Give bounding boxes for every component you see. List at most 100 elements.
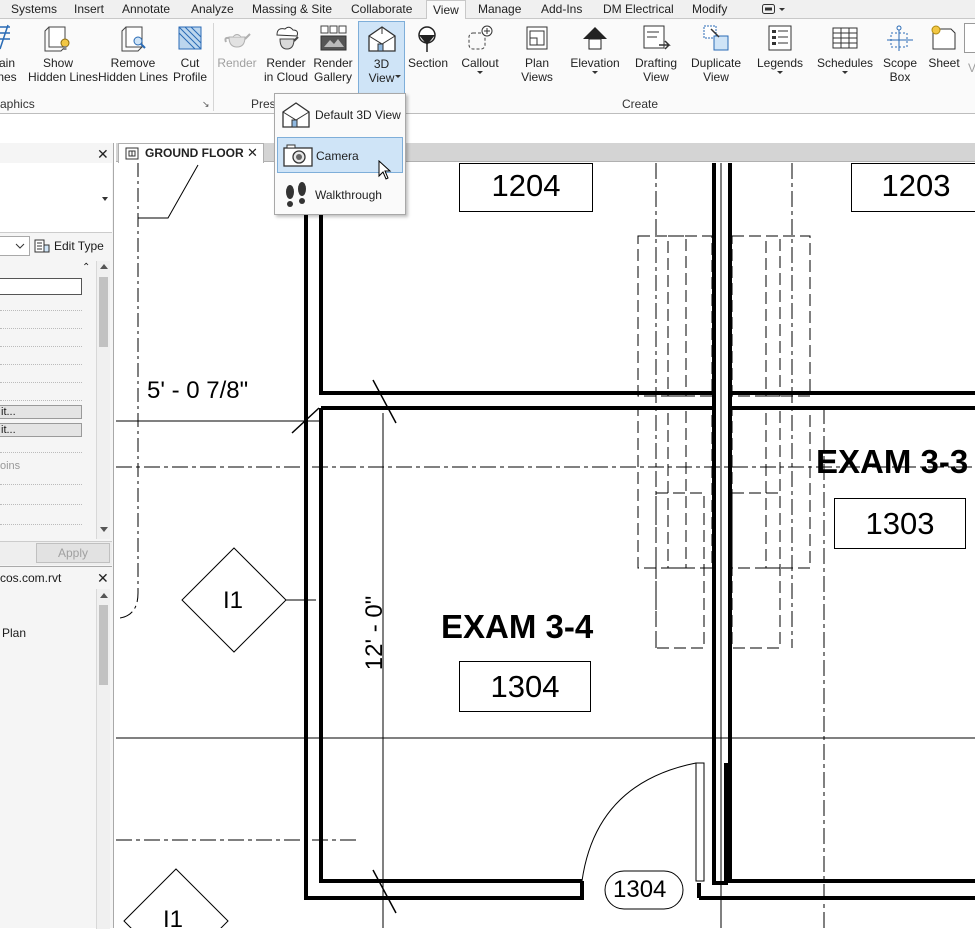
render-in-cloud-button[interactable]: Render in Cloud: [262, 21, 310, 97]
duplicate-view-button[interactable]: Duplicate View: [688, 21, 744, 97]
project-browser-title: cos.com.rvt: [0, 571, 62, 585]
chevron-down-icon: [777, 71, 783, 74]
tab-collaborate[interactable]: Collaborate: [345, 0, 418, 18]
close-icon[interactable]: ✕: [247, 144, 258, 162]
room-number-tag[interactable]: 1303: [834, 498, 966, 549]
schedules-button[interactable]: Schedules: [814, 21, 876, 97]
section-button[interactable]: Section: [406, 21, 450, 97]
close-icon[interactable]: ✕: [97, 571, 109, 585]
cut-profile-button[interactable]: Cut Profile: [170, 21, 210, 97]
3d-view-dropdown: Default 3D View Camera Walkthrough: [274, 93, 406, 215]
sheet-button[interactable]: Sheet: [924, 21, 964, 97]
teapot-icon: [224, 33, 251, 48]
scroll-up-icon[interactable]: [100, 264, 108, 269]
elevation-button[interactable]: Elevation: [566, 21, 624, 97]
3d-view-button[interactable]: 3D View: [358, 21, 405, 97]
browser-scrollbar[interactable]: [96, 589, 110, 929]
remove-hidden-lines-button[interactable]: Remove Hidden Lines: [97, 21, 169, 97]
scope-box-icon: [887, 25, 913, 51]
tab-ground-floor[interactable]: GROUND FLOOR ✕: [118, 143, 264, 163]
legends-icon: [768, 25, 792, 51]
ribbon-overflow-label: V: [968, 61, 975, 75]
tab-view[interactable]: View: [426, 0, 466, 19]
room-number-tag[interactable]: 1203: [851, 163, 975, 212]
tab-analyze[interactable]: Analyze: [185, 0, 240, 18]
apply-button[interactable]: Apply: [36, 543, 110, 563]
room-name-tag[interactable]: EXAM 3-4: [441, 608, 593, 646]
plan-views-button[interactable]: Plan Views: [514, 21, 560, 97]
elevation-tag[interactable]: I1: [223, 587, 243, 615]
room-number-tag[interactable]: 1304: [459, 661, 591, 712]
elevation-icon: [583, 27, 607, 50]
door-tag[interactable]: 1304: [613, 876, 666, 904]
dropdown-item-default-3d-view[interactable]: Default 3D View: [277, 97, 403, 133]
panel-label-graphics: aphics: [0, 97, 35, 111]
tab-massing-site[interactable]: Massing & Site: [246, 0, 338, 18]
project-browser: cos.com.rvt ✕ Plan: [0, 566, 112, 929]
show-hidden-lines-button[interactable]: Show Hidden Lines: [28, 21, 98, 97]
drafting-view-button[interactable]: Drafting View: [630, 21, 682, 97]
sheet-icon: [931, 25, 956, 50]
drafting-view-icon: [643, 25, 671, 50]
dropdown-item-walkthrough[interactable]: Walkthrough: [277, 177, 403, 213]
title-block-icon[interactable]: [964, 23, 975, 53]
chevron-down-icon: [592, 71, 598, 74]
drawing-canvas[interactable]: 1204 1203 1303 1304 EXAM 3-3 EXAM 3-4 5'…: [116, 163, 975, 933]
menu-bar: Systems Insert Annotate Analyze Massing …: [0, 0, 975, 19]
render-button[interactable]: Render: [216, 21, 258, 97]
properties-edit-button-1[interactable]: it...: [0, 405, 82, 419]
properties-row-label: oins: [0, 460, 21, 472]
ribbon-minimize-icon[interactable]: [762, 3, 786, 18]
scroll-thumb[interactable]: [99, 277, 108, 347]
tab-insert[interactable]: Insert: [68, 0, 110, 18]
house-3d-icon: [367, 26, 396, 52]
dropdown-item-camera[interactable]: Camera: [277, 137, 403, 180]
remove-hidden-lines-icon: [121, 26, 146, 52]
scroll-thumb[interactable]: [99, 605, 108, 685]
properties-value-field[interactable]: [0, 278, 82, 295]
dimension-label-horizontal[interactable]: 5' - 0 7/8": [147, 377, 249, 405]
chevron-down-icon: [102, 197, 108, 201]
properties-edit-button-2[interactable]: it...: [0, 423, 82, 437]
render-gallery-icon: [320, 25, 347, 51]
tab-modify[interactable]: Modify: [686, 0, 733, 18]
browser-item-plan[interactable]: Plan: [2, 626, 26, 640]
callout-icon: [468, 25, 493, 50]
tab-dm-electrical[interactable]: DM Electrical: [597, 0, 680, 18]
elevation-tag[interactable]: I1: [163, 906, 183, 934]
scroll-down-icon[interactable]: [100, 527, 108, 532]
instance-filter-dropdown[interactable]: [0, 236, 30, 256]
chevron-down-icon: [15, 243, 25, 249]
render-gallery-button[interactable]: Render Gallery: [312, 21, 354, 97]
dimension-label-vertical[interactable]: 12' - 0": [361, 578, 389, 688]
section-icon: [418, 26, 436, 52]
legends-button[interactable]: Legends: [752, 21, 808, 97]
tab-annotate[interactable]: Annotate: [116, 0, 176, 18]
room-number-tag[interactable]: 1204: [459, 163, 593, 212]
cloud-teapot-icon: [276, 26, 299, 50]
ribbon: ain nes Show Hidden Lines Remove Hidden …: [0, 18, 975, 114]
chevron-down-icon: [842, 71, 848, 74]
panel-label-create: Create: [622, 97, 659, 111]
tab-manage[interactable]: Manage: [472, 0, 527, 18]
edit-type-icon: [34, 239, 50, 253]
footprints-icon: [286, 182, 306, 207]
edit-type-button[interactable]: Edit Type: [34, 236, 112, 256]
thin-lines-icon: [0, 24, 10, 50]
panel-label-presentation: Pres: [251, 97, 276, 111]
scope-box-button[interactable]: Scope Box: [880, 21, 920, 97]
cut-profile-icon: [178, 26, 202, 50]
dialog-launcher-icon[interactable]: ↘: [202, 99, 210, 110]
thin-lines-button[interactable]: ain nes: [0, 21, 18, 97]
room-name-tag[interactable]: EXAM 3-3: [816, 443, 968, 481]
scroll-up-icon[interactable]: [100, 593, 108, 598]
properties-panel: ✕ Edit Type ⌃ it... it... oins Apply cos…: [0, 143, 114, 929]
properties-scrollbar[interactable]: [96, 261, 110, 539]
type-selector[interactable]: [0, 163, 112, 233]
plan-views-icon: [526, 26, 548, 50]
tab-add-ins[interactable]: Add-Ins: [535, 0, 588, 18]
callout-button[interactable]: Callout: [456, 21, 504, 97]
tab-systems[interactable]: Systems: [5, 0, 63, 18]
close-icon[interactable]: ✕: [97, 147, 109, 161]
collapse-icon[interactable]: ⌃: [82, 262, 90, 273]
